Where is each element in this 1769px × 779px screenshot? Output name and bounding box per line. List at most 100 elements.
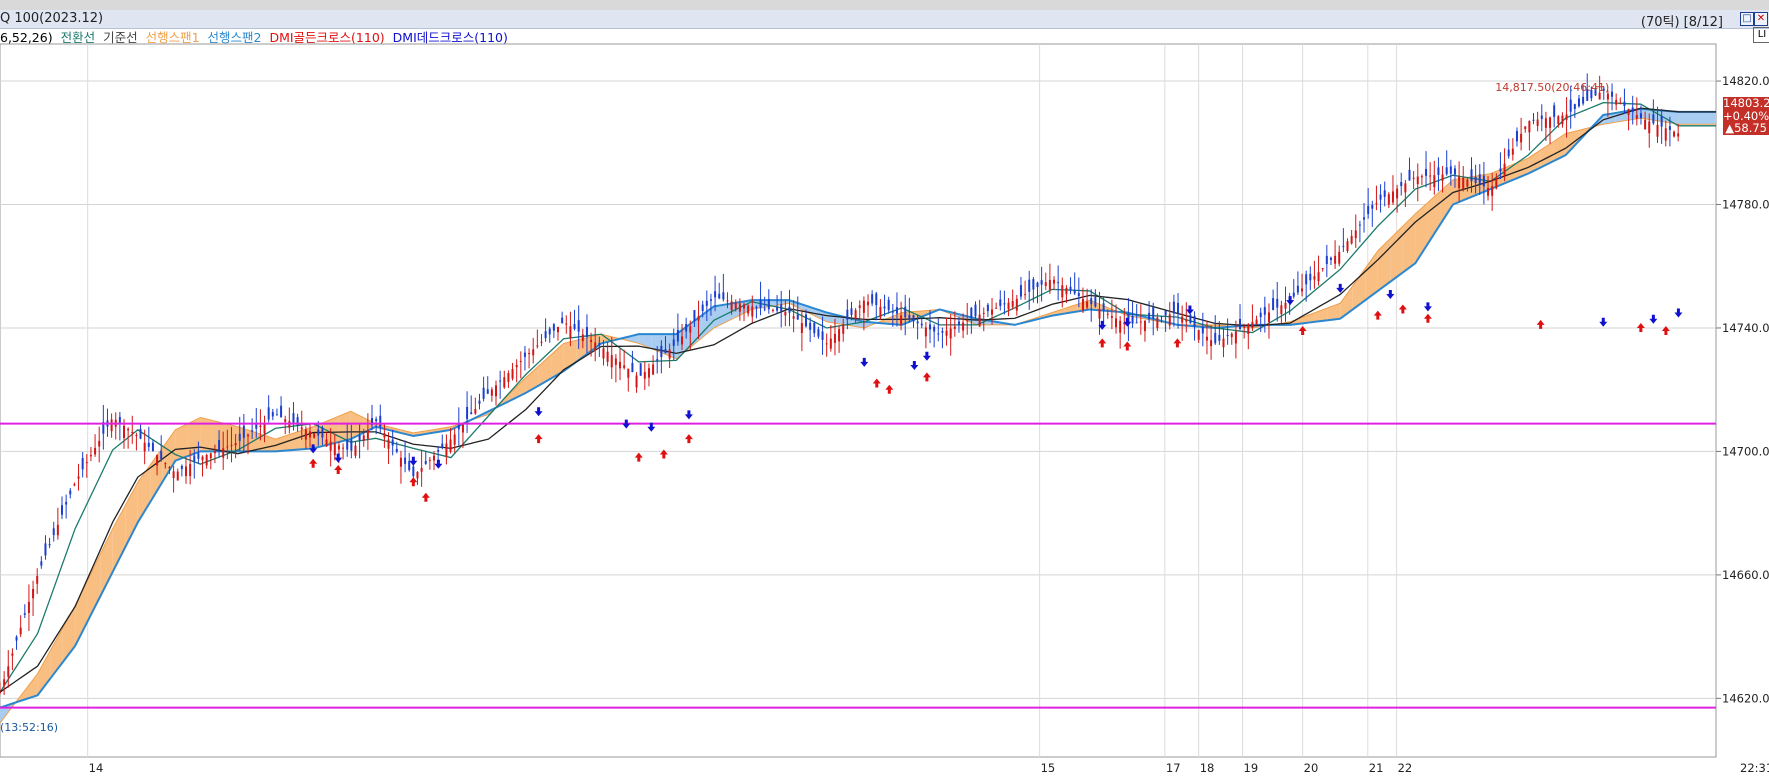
candle-body <box>1524 126 1527 130</box>
candle-body <box>1528 120 1531 133</box>
dmi-dead-cross-marker <box>1599 317 1608 327</box>
candle-body <box>821 331 824 341</box>
candle-body <box>110 419 113 432</box>
candle-body <box>280 405 283 418</box>
candle-body <box>36 576 39 584</box>
candle-body <box>1635 115 1638 119</box>
candle-body <box>854 310 857 320</box>
dmi-dead-cross-marker <box>409 456 418 466</box>
candle-body <box>590 339 593 342</box>
candle-body <box>1234 331 1237 344</box>
candle-body <box>957 321 960 325</box>
y-tick-label: 14740.00 <box>1722 321 1769 335</box>
candle-body <box>1164 310 1167 316</box>
candle-body <box>1611 91 1614 97</box>
candle-body <box>1135 322 1138 324</box>
dmi-golden-cross-marker <box>334 464 343 474</box>
x-tick-label: 21 <box>1369 761 1384 775</box>
dmi-golden-cross-marker <box>1661 326 1670 336</box>
candle-body <box>242 425 245 438</box>
candle-body <box>205 455 208 466</box>
y-tick-label: 14820.00 <box>1722 74 1769 88</box>
candle-body <box>81 458 84 470</box>
price-chart[interactable]: 14620.00 14660.00 14700.00 14740.00 14780.00… <box>0 0 1769 779</box>
candle-body <box>730 301 733 311</box>
candle-body <box>98 440 101 447</box>
candle-body <box>776 307 779 311</box>
candle-body <box>763 308 766 310</box>
candle-body <box>321 427 324 438</box>
candle-body <box>1615 99 1618 105</box>
candle-body <box>1677 133 1680 137</box>
candle-body <box>1379 194 1382 200</box>
candle-body <box>267 407 270 420</box>
candle-body <box>226 446 229 448</box>
candle-body <box>1115 318 1118 328</box>
candle-body <box>916 321 919 324</box>
candle-body <box>65 501 68 505</box>
candle-body <box>623 365 626 368</box>
candle-body <box>1263 307 1266 315</box>
candle-body <box>610 355 613 368</box>
candle-body <box>1073 289 1076 294</box>
candle-body <box>313 433 316 438</box>
y-tick-label: 14780.00 <box>1722 198 1769 212</box>
candle-body <box>234 443 237 446</box>
candle-body <box>875 293 878 306</box>
candle-body <box>1499 168 1502 172</box>
cloud-segment <box>112 505 126 572</box>
dmi-golden-cross-marker <box>421 492 430 502</box>
candle-body <box>1243 326 1246 328</box>
candle-body <box>1503 163 1506 176</box>
candle-body <box>168 467 171 469</box>
candle-body <box>416 472 419 479</box>
candle-body <box>445 443 448 456</box>
candle-body <box>796 314 799 320</box>
candle-body <box>647 368 650 378</box>
candle-body <box>474 408 477 414</box>
candle-body <box>751 306 754 317</box>
candle-body <box>511 369 514 379</box>
candle-body <box>218 439 221 450</box>
candle-body <box>461 424 464 433</box>
candle-body <box>598 343 601 346</box>
candle-body <box>639 363 642 376</box>
candle-body <box>251 430 254 432</box>
candle-body <box>209 453 212 459</box>
candle-body <box>701 304 704 311</box>
candle-body <box>1544 118 1547 128</box>
candle-body <box>738 303 741 312</box>
dmi-golden-cross-marker <box>1098 338 1107 348</box>
candle-body <box>1507 149 1510 157</box>
candle-body <box>1197 330 1200 340</box>
dmi-golden-cross-marker <box>872 378 881 388</box>
dmi-golden-cross-marker <box>409 477 418 487</box>
candle-body <box>871 294 874 304</box>
candle-body <box>1259 312 1262 318</box>
candle-body <box>1660 116 1663 127</box>
dmi-dead-cross-marker <box>922 351 931 361</box>
candle-body <box>366 430 369 439</box>
candle-body <box>1003 303 1006 305</box>
candle-body <box>428 459 431 461</box>
candle-body <box>1214 332 1217 344</box>
candle-body <box>780 304 783 312</box>
candle-body <box>1466 179 1469 187</box>
candle-body <box>1301 288 1304 292</box>
candle-body <box>420 467 423 472</box>
candle-body <box>139 428 142 439</box>
candle-body <box>523 352 526 357</box>
candle-body <box>1090 298 1093 305</box>
candle-body <box>536 345 539 347</box>
dmi-dead-cross-marker <box>434 459 443 469</box>
candle-body <box>1644 119 1647 130</box>
candle-body <box>941 331 944 333</box>
candle-body <box>160 450 163 460</box>
candle-body <box>1181 316 1184 323</box>
candle-body <box>631 362 634 373</box>
candle-body <box>1354 230 1357 239</box>
candle-body <box>309 431 312 438</box>
candle-body <box>1557 116 1560 124</box>
dmi-dead-cross-marker <box>1386 290 1395 300</box>
dmi-dead-cross-marker <box>910 361 919 371</box>
